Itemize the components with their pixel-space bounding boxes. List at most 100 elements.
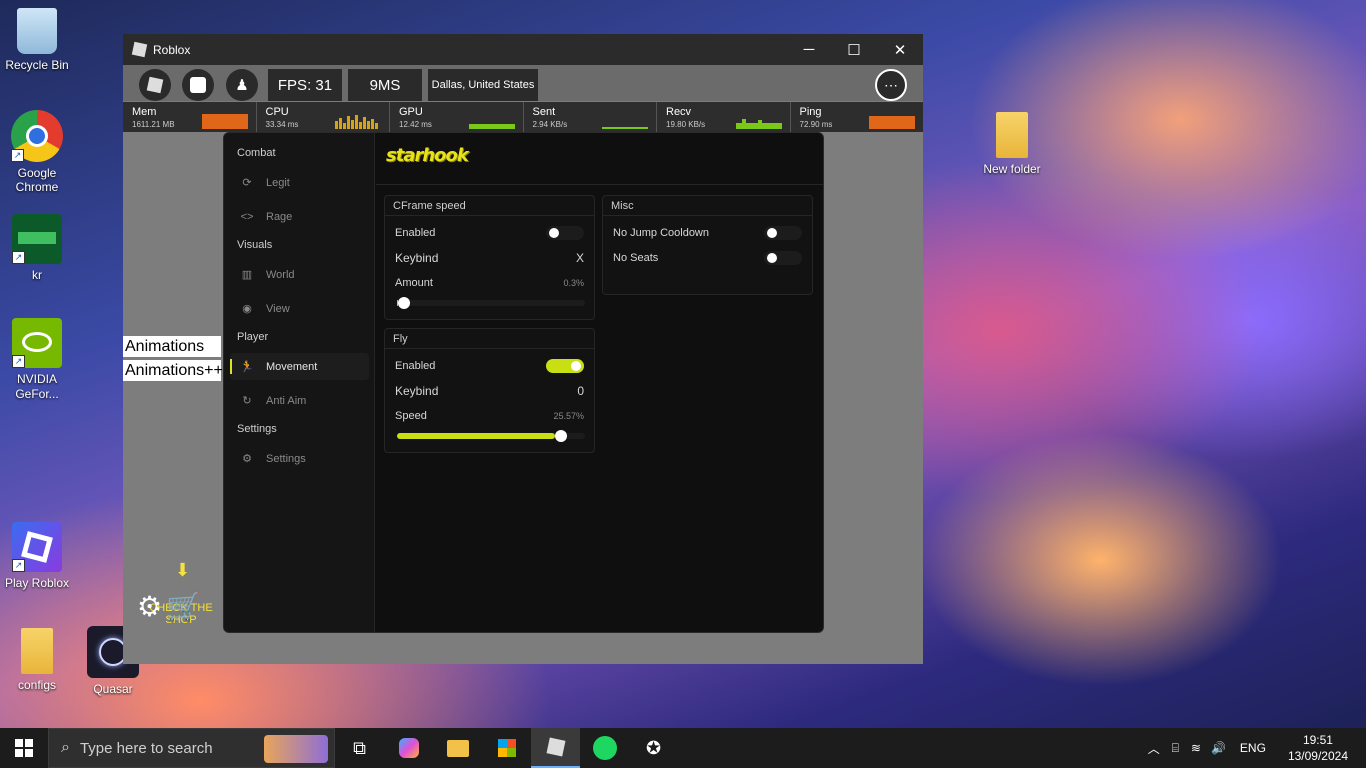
desktop-icon-chrome[interactable]: ↗ Google Chrome (0, 110, 74, 194)
desktop-icon-label: Recycle Bin (5, 58, 69, 72)
fly-keybind-row: Keybind 0 (395, 382, 584, 400)
stat-graph-ping (869, 116, 915, 129)
shop-icons: ⚙ 🛒 (137, 590, 201, 623)
meet-icon[interactable]: ⌸ (1172, 741, 1179, 756)
desktop-icon-kr[interactable]: ↗ kr (0, 214, 74, 282)
fly-enabled-row: Enabled (395, 357, 584, 375)
no-seats-toggle[interactable] (764, 251, 802, 265)
nav-item-legit[interactable]: ⟳ Legit (230, 169, 369, 196)
nvidia-icon: ↗ (12, 318, 62, 368)
file-explorer-button[interactable] (433, 728, 482, 768)
animations-button[interactable]: Animations (123, 336, 221, 357)
group-fly: Fly Enabled Keybind 0 Speed 25.57% (384, 328, 595, 453)
nav-label: World (266, 268, 295, 281)
gear-icon[interactable]: ⚙ (137, 590, 162, 623)
desktop-icon-new-folder[interactable]: New folder (975, 112, 1049, 176)
desktop-icon-configs[interactable]: configs (0, 628, 74, 692)
row-label: Enabled (395, 227, 436, 239)
chat-icon (190, 77, 206, 93)
nav-item-settings[interactable]: ⚙ Settings (230, 445, 369, 472)
no-jump-cooldown-row: No Jump Cooldown (613, 224, 802, 242)
nav-item-rage[interactable]: <> Rage (230, 203, 369, 230)
group-title: Fly (385, 329, 594, 349)
ping-display: 9MS (348, 69, 422, 101)
desktop-icon-play-roblox[interactable]: ↗ Play Roblox (0, 522, 74, 590)
group-misc: Misc No Jump Cooldown No Seats (602, 195, 813, 295)
section-visuals: Visuals (237, 239, 273, 251)
fly-speed-slider[interactable] (397, 430, 585, 442)
stat-graph-cpu (335, 115, 378, 129)
shortcut-arrow-icon: ↗ (12, 559, 25, 572)
desktop-icon-label: configs (17, 678, 57, 692)
volume-icon[interactable]: 🔊 (1211, 741, 1226, 755)
close-button[interactable]: ✕ (877, 34, 923, 65)
spotify-button[interactable] (580, 728, 629, 768)
shortcut-arrow-icon: ↗ (12, 355, 25, 368)
no-jump-cooldown-toggle[interactable] (764, 226, 802, 240)
cframe-enabled-toggle[interactable] (546, 226, 584, 240)
rotate-icon: ↻ (242, 395, 252, 407)
row-label: No Seats (613, 252, 659, 264)
nav-item-world[interactable]: ▥ World (230, 261, 369, 288)
fly-enabled-toggle[interactable] (546, 359, 584, 373)
stat-graph-gpu (468, 124, 515, 129)
window-title: Roblox (153, 42, 191, 57)
minimize-button[interactable]: ─ (786, 34, 832, 65)
cframe-amount-slider[interactable] (397, 297, 585, 309)
desktop-icon-label: Quasar (93, 682, 133, 696)
nav-item-anti-aim[interactable]: ↻ Anti Aim (230, 387, 369, 414)
language-indicator[interactable]: ENG (1240, 741, 1266, 755)
task-view-button[interactable]: ⧉ (335, 728, 384, 768)
copilot-button[interactable] (384, 728, 433, 768)
chat-button[interactable] (182, 69, 214, 101)
cart-icon[interactable]: 🛒 (166, 590, 201, 623)
clock-date: 13/09/2024 (1287, 749, 1348, 763)
stat-mem: Mem 1611.21 MB (123, 102, 257, 132)
fly-keybind-value[interactable]: 0 (577, 384, 584, 398)
window-titlebar[interactable]: Roblox ─ ☐ ✕ (123, 34, 923, 65)
toggle-knob (767, 228, 777, 238)
section-player: Player (237, 331, 269, 343)
nav-item-view[interactable]: ◉ View (230, 295, 369, 322)
cframe-enabled-row: Enabled (395, 224, 584, 242)
stat-graph-recv (735, 119, 782, 129)
wifi-icon[interactable]: ≋ (1191, 741, 1201, 755)
clock[interactable]: 19:51 13/09/2024 (1288, 732, 1348, 764)
cframe-keybind-value[interactable]: X (576, 251, 584, 265)
slider-thumb[interactable] (554, 430, 567, 442)
taskbar-search[interactable]: ⌕ Type here to search (48, 728, 335, 768)
folder-icon (446, 739, 469, 757)
desktop-icon-label: NVIDIA GeFor... (15, 372, 59, 401)
task-view-icon: ⧉ (353, 737, 366, 758)
desktop-icon-recycle-bin[interactable]: Recycle Bin (0, 8, 74, 72)
nav-item-movement[interactable]: 🏃 Movement (230, 353, 369, 380)
server-location: Dallas, United States (428, 69, 538, 101)
code-icon: <> (240, 210, 254, 223)
section-combat: Combat (237, 147, 276, 159)
nav-label: View (266, 302, 290, 315)
star-app-button[interactable]: ✪ (629, 728, 678, 768)
more-options-button[interactable]: ⋯ (875, 69, 907, 101)
roblox-logo-icon (146, 76, 164, 94)
stat-gpu: GPU 12.42 ms (390, 102, 524, 132)
maximize-button[interactable]: ☐ (831, 34, 877, 65)
group-title: Misc (603, 196, 812, 216)
nav-label: Movement (266, 360, 318, 373)
avatar-icon: ♟ (235, 77, 249, 94)
chevron-up-icon[interactable]: ︿ (1148, 740, 1160, 757)
store-button[interactable] (482, 728, 531, 768)
cframe-keybind-row: Keybind X (395, 249, 584, 267)
roblox-menu-button[interactable] (139, 69, 171, 101)
stat-ping: Ping 72.90 ms (790, 102, 923, 132)
cframe-amount-value: 0.3% (563, 278, 584, 288)
desktop-icon-nvidia[interactable]: ↗ NVIDIA GeFor... (0, 318, 74, 402)
avatar-button[interactable]: ♟ (226, 69, 258, 101)
menu-sidebar: Combat ⟳ Legit <> Rage Visuals ▥ World ◉ Vie… (224, 133, 375, 632)
group-cframe-speed: CFrame speed Enabled Keybind X Amount 0.… (384, 195, 595, 320)
slider-thumb[interactable] (397, 297, 410, 309)
shortcut-arrow-icon: ↗ (11, 149, 24, 162)
header-divider (376, 184, 823, 185)
roblox-taskbar-button[interactable] (531, 728, 580, 768)
start-button[interactable] (0, 728, 48, 768)
animations-plus-button[interactable]: Animations++ (123, 360, 223, 381)
